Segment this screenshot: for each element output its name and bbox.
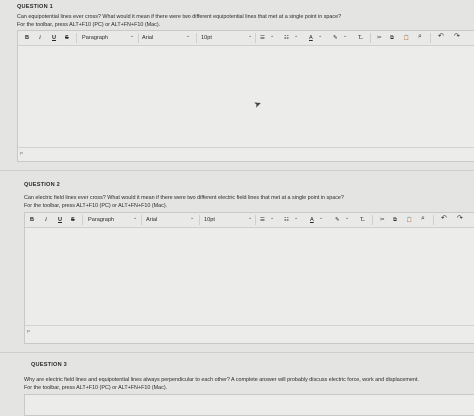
cut-icon[interactable]: ✂: [380, 217, 385, 223]
copy-icon[interactable]: ⧉: [393, 217, 397, 223]
bold-icon[interactable]: B: [25, 35, 29, 41]
chevron-down-icon[interactable]: ⌄: [270, 33, 274, 39]
numbered-list-icon[interactable]: ☷: [284, 35, 289, 41]
chevron-down-icon[interactable]: ⌄: [190, 215, 194, 221]
strikethrough-icon[interactable]: S: [71, 217, 75, 223]
redo-icon[interactable]: ↷: [457, 215, 463, 222]
chevron-down-icon[interactable]: ⌄: [294, 33, 298, 39]
question-3-title: QUESTION 3: [31, 362, 67, 368]
question-3-editor[interactable]: [24, 394, 474, 416]
editor-toolbar: B I U S Paragraph ⌄ Arial ⌄ 10pt ⌄ ☰ ⌄ ☷…: [18, 31, 474, 46]
question-2-prompt: Can electric field lines ever cross? Wha…: [24, 195, 344, 201]
clear-format-icon[interactable]: T̶: [360, 217, 363, 223]
paste-icon[interactable]: 📋: [406, 217, 412, 223]
clear-format-icon[interactable]: T̶: [358, 35, 361, 41]
question-1-title: QUESTION 1: [17, 4, 53, 10]
copy-icon[interactable]: ⧉: [390, 35, 394, 41]
underline-icon[interactable]: U: [58, 217, 62, 223]
font-size-select[interactable]: 10pt: [201, 35, 212, 41]
question-1-editor[interactable]: B I U S Paragraph ⌄ Arial ⌄ 10pt ⌄ ☰ ⌄ ☷…: [17, 30, 474, 162]
bullet-list-icon[interactable]: ☰: [260, 217, 265, 223]
chevron-down-icon[interactable]: ⌄: [343, 33, 347, 39]
question-1-toolbar-hint: For the toolbar, press ALT+F10 (PC) or A…: [17, 22, 161, 28]
chevron-down-icon[interactable]: ⌄: [186, 33, 190, 39]
chevron-down-icon[interactable]: ⌄: [319, 215, 323, 221]
question-2-editor[interactable]: B I U S Paragraph ⌄ Arial ⌄ 10pt ⌄ ☰ ⌄ ☷…: [24, 212, 474, 344]
mouse-cursor-icon: ➤: [252, 98, 263, 111]
paragraph-indicator: P: [20, 151, 24, 156]
strikethrough-icon[interactable]: S: [65, 35, 69, 41]
cut-icon[interactable]: ✂: [377, 35, 382, 41]
question-3-toolbar-hint: For the toolbar, press ALT+F10 (PC) or A…: [24, 385, 168, 391]
chevron-down-icon[interactable]: ⌄: [294, 215, 298, 221]
text-color-icon[interactable]: A: [309, 35, 313, 41]
underline-icon[interactable]: U: [52, 35, 56, 41]
bold-icon[interactable]: B: [30, 217, 34, 223]
chevron-down-icon[interactable]: ⌄: [130, 33, 134, 39]
italic-icon[interactable]: I: [39, 35, 41, 41]
bullet-list-icon[interactable]: ☰: [260, 35, 265, 41]
highlight-icon[interactable]: ✎: [335, 217, 340, 223]
question-2-title: QUESTION 2: [24, 182, 60, 188]
italic-icon[interactable]: I: [45, 217, 47, 223]
chevron-down-icon[interactable]: ⌄: [248, 215, 252, 221]
paste-icon[interactable]: 📋: [403, 35, 409, 41]
chevron-down-icon[interactable]: ⌄: [248, 33, 252, 39]
paragraph-select[interactable]: Paragraph: [82, 35, 108, 41]
chevron-down-icon[interactable]: ⌄: [318, 33, 322, 39]
numbered-list-icon[interactable]: ☷: [284, 217, 289, 223]
font-select[interactable]: Arial: [142, 35, 153, 41]
question-1-prompt: Can equipotential lines ever cross? What…: [17, 14, 342, 20]
chevron-down-icon[interactable]: ⌄: [133, 215, 137, 221]
highlight-icon[interactable]: ✎: [333, 35, 338, 41]
search-icon[interactable]: ⌕: [418, 33, 422, 40]
paragraph-select[interactable]: Paragraph: [88, 217, 114, 223]
redo-icon[interactable]: ↷: [454, 33, 460, 40]
undo-icon[interactable]: ↶: [441, 215, 447, 222]
font-size-select[interactable]: 10pt: [204, 217, 215, 223]
question-3-prompt: Why are electric field lines and equipot…: [24, 377, 419, 383]
chevron-down-icon[interactable]: ⌄: [270, 215, 274, 221]
question-2-toolbar-hint: For the toolbar, press ALT+F10 (PC) or A…: [24, 203, 168, 209]
editor-toolbar: B I U S Paragraph ⌄ Arial ⌄ 10pt ⌄ ☰ ⌄ ☷…: [25, 213, 474, 228]
text-color-icon[interactable]: A: [310, 217, 314, 223]
undo-icon[interactable]: ↶: [438, 33, 444, 40]
chevron-down-icon[interactable]: ⌄: [345, 215, 349, 221]
search-icon[interactable]: ⌕: [421, 215, 425, 222]
font-select[interactable]: Arial: [146, 217, 157, 223]
paragraph-indicator: P: [27, 329, 31, 334]
